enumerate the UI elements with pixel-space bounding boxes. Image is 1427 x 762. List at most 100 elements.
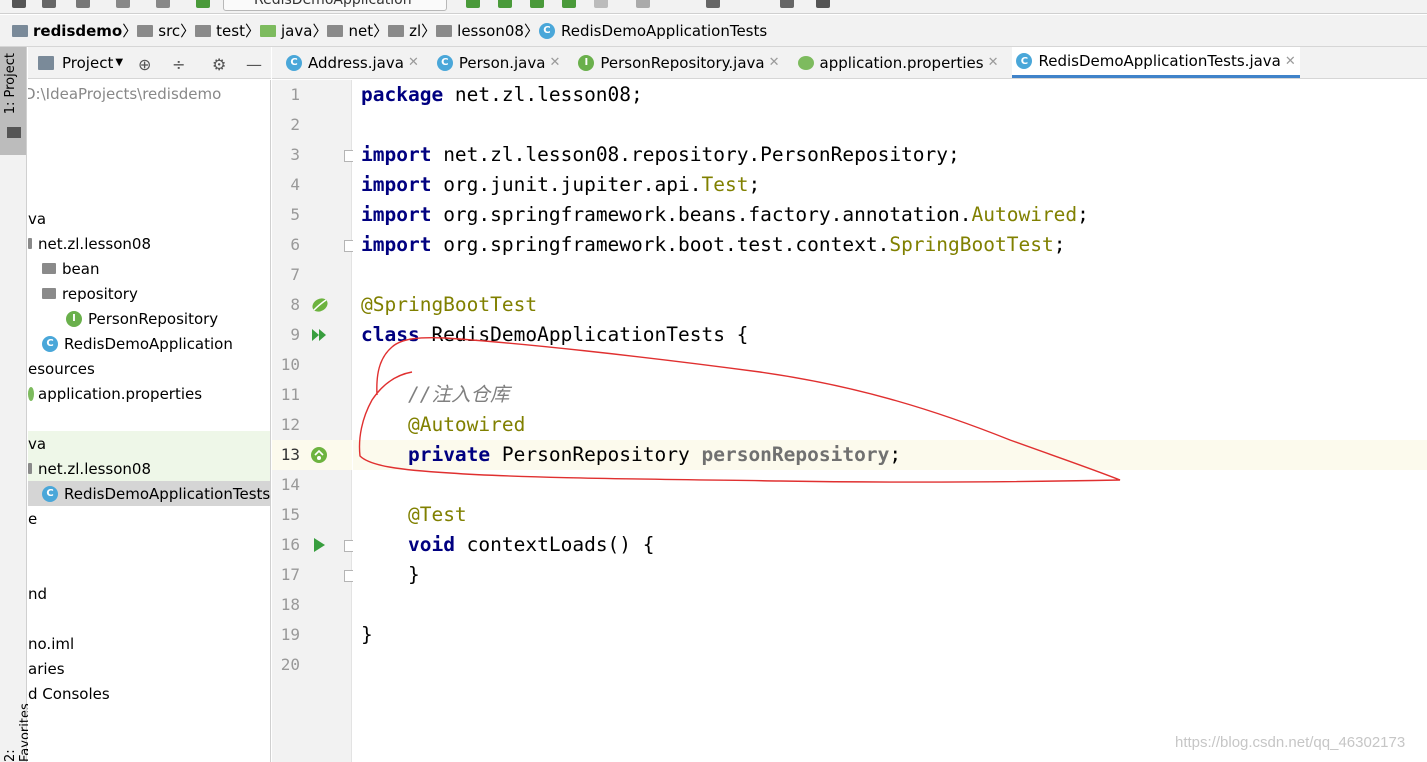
code-line: import net.zl.lesson08.repository.Person… bbox=[361, 143, 960, 166]
line-number: 9 bbox=[290, 325, 300, 344]
code-line-current: private PersonRepository personRepositor… bbox=[353, 440, 1427, 470]
breadcrumb-item-net[interactable]: net bbox=[327, 22, 373, 40]
line-number: 2 bbox=[290, 115, 300, 134]
package-icon bbox=[327, 24, 344, 37]
breadcrumb-item-src[interactable]: src bbox=[137, 22, 180, 40]
build-icon[interactable] bbox=[196, 0, 210, 8]
locate-icon[interactable]: ⊕ bbox=[138, 55, 151, 74]
tab-person-java[interactable]: C Person.java ✕ bbox=[433, 47, 565, 78]
stop-icon[interactable] bbox=[594, 0, 608, 8]
collapse-all-icon[interactable]: ÷ bbox=[172, 55, 185, 74]
breadcrumb-item-test[interactable]: test bbox=[195, 22, 245, 40]
code-line: void contextLoads() { bbox=[407, 533, 655, 556]
close-icon[interactable]: ✕ bbox=[549, 55, 560, 70]
breadcrumb-item-project[interactable]: redisdemo bbox=[12, 22, 122, 40]
breadcrumb-item-zl[interactable]: zl bbox=[388, 22, 421, 40]
package-icon bbox=[42, 263, 56, 274]
test-source-folder-icon bbox=[260, 24, 276, 37]
code-line: @Test bbox=[407, 503, 467, 526]
tab-redisdemoapplicationtests-java[interactable]: C RedisDemoApplicationTests.java ✕ bbox=[1012, 47, 1300, 78]
vcs-icon[interactable] bbox=[636, 0, 650, 8]
line-number: 12 bbox=[280, 415, 300, 434]
line-number: 8 bbox=[290, 295, 300, 314]
tree-item[interactable]: bean bbox=[28, 256, 270, 281]
autowired-navigation-icon[interactable] bbox=[310, 446, 328, 464]
line-number: 11 bbox=[280, 385, 300, 404]
tree-item[interactable]: nd bbox=[28, 581, 270, 606]
structure-icon[interactable] bbox=[780, 0, 794, 8]
forward-icon[interactable] bbox=[156, 0, 170, 8]
close-icon[interactable]: ✕ bbox=[1285, 54, 1296, 69]
tab-personrepository-java[interactable]: I PersonRepository.java ✕ bbox=[574, 47, 783, 78]
hide-icon[interactable]: — bbox=[246, 55, 262, 74]
dropdown-arrow-icon: ▼ bbox=[115, 57, 124, 68]
close-icon[interactable]: ✕ bbox=[988, 55, 999, 70]
breadcrumb-item-java[interactable]: java bbox=[260, 22, 312, 40]
wrench-icon[interactable] bbox=[706, 0, 720, 8]
run-all-tests-icon[interactable] bbox=[310, 326, 328, 344]
tree-item[interactable]: no.iml bbox=[28, 631, 270, 656]
tree-item[interactable]: va bbox=[28, 206, 270, 231]
package-icon bbox=[28, 463, 32, 474]
tree-item[interactable]: net.zl.lesson08 bbox=[28, 456, 270, 481]
close-icon[interactable]: ✕ bbox=[408, 55, 419, 70]
tree-item[interactable]: I PersonRepository bbox=[28, 306, 270, 331]
back-icon[interactable] bbox=[116, 0, 130, 8]
code-line: //注入仓库 bbox=[407, 383, 510, 406]
tree-item[interactable]: esources bbox=[28, 356, 270, 381]
project-view-select[interactable]: Project ▼ bbox=[38, 54, 123, 72]
code-line: @SpringBootTest bbox=[361, 293, 538, 316]
breadcrumb-item-class[interactable]: C RedisDemoApplicationTests bbox=[538, 22, 767, 40]
interface-icon: I bbox=[578, 54, 595, 71]
class-icon: C bbox=[436, 54, 453, 71]
tree-item-selected[interactable]: C RedisDemoApplicationTests bbox=[28, 481, 270, 506]
project-tool-tab[interactable]: 1: Project bbox=[0, 47, 26, 155]
tree-item[interactable]: e bbox=[28, 506, 270, 531]
tree-item[interactable]: C RedisDemoApplication bbox=[28, 331, 270, 356]
left-tool-strip: 1: Project 2: Favorites bbox=[0, 47, 33, 762]
breadcrumb: redisdemo 〉 src 〉 test 〉 java 〉 net 〉 zl… bbox=[0, 15, 1427, 47]
sync-icon[interactable] bbox=[42, 0, 56, 8]
tree-item[interactable]: repository bbox=[28, 281, 270, 306]
line-number: 7 bbox=[290, 265, 300, 284]
package-icon bbox=[436, 24, 453, 37]
run-configuration-select[interactable]: RedisDemoApplication bbox=[223, 0, 447, 11]
folder-icon bbox=[195, 24, 212, 37]
tree-item[interactable]: net.zl.lesson08 bbox=[28, 231, 270, 256]
line-number: 15 bbox=[280, 505, 300, 524]
tree-item[interactable]: application.properties bbox=[28, 381, 270, 406]
code-line: import org.springframework.boot.test.con… bbox=[361, 233, 1066, 256]
run-test-icon[interactable] bbox=[310, 536, 328, 554]
package-icon bbox=[42, 288, 56, 299]
chevron-right-icon: 〉 bbox=[523, 22, 539, 40]
close-icon[interactable]: ✕ bbox=[769, 55, 780, 70]
search-icon[interactable] bbox=[816, 0, 830, 8]
debug-icon[interactable] bbox=[498, 0, 512, 8]
line-number: 5 bbox=[290, 205, 300, 224]
tab-application-properties[interactable]: application.properties ✕ bbox=[794, 47, 1003, 78]
profile-icon[interactable] bbox=[562, 0, 576, 8]
tree-item[interactable]: D:\IdeaProjects\redisdemo bbox=[28, 81, 267, 106]
gear-icon[interactable]: ⚙ bbox=[212, 55, 226, 74]
spring-bean-icon[interactable] bbox=[310, 296, 328, 314]
line-number: 16 bbox=[280, 535, 300, 554]
folder-icon bbox=[7, 127, 21, 138]
package-icon bbox=[388, 24, 405, 37]
chevron-right-icon: 〉 bbox=[373, 22, 389, 40]
code-line: @Autowired bbox=[407, 413, 526, 436]
line-number: 19 bbox=[280, 625, 300, 644]
save-icon[interactable] bbox=[12, 0, 26, 8]
folder-icon bbox=[12, 24, 28, 37]
run-icon[interactable] bbox=[466, 0, 480, 8]
tree-item[interactable]: aries bbox=[28, 656, 270, 681]
code-editor[interactable]: package net.zl.lesson08; import net.zl.l… bbox=[353, 80, 1427, 762]
chevron-right-icon: 〉 bbox=[312, 22, 328, 40]
chevron-right-icon: 〉 bbox=[122, 22, 138, 40]
coverage-icon[interactable] bbox=[530, 0, 544, 8]
interface-icon: I bbox=[66, 310, 82, 327]
tree-item[interactable]: d Consoles bbox=[28, 681, 270, 706]
tab-address-java[interactable]: C Address.java ✕ bbox=[282, 47, 423, 78]
tree-item[interactable]: va bbox=[28, 431, 270, 456]
breadcrumb-item-lesson08[interactable]: lesson08 bbox=[436, 22, 524, 40]
refresh-icon[interactable] bbox=[76, 0, 90, 8]
